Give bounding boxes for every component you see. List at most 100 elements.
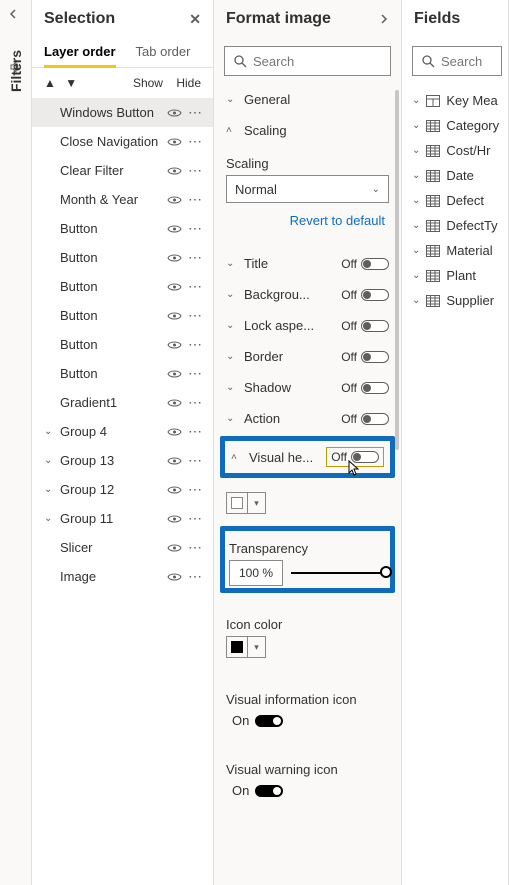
- filters-tab[interactable]: Filters: [8, 50, 24, 92]
- section-general[interactable]: ⌄General: [224, 84, 391, 115]
- expand-format-icon[interactable]: [379, 13, 389, 25]
- field-item[interactable]: ⌄DefectTy: [402, 213, 508, 238]
- fields-search-input[interactable]: [441, 54, 509, 69]
- selection-item[interactable]: ⌄Group 4⋯: [32, 417, 213, 446]
- format-toggle[interactable]: Off: [341, 350, 389, 364]
- tab-layer-order[interactable]: Layer order: [44, 38, 116, 67]
- selection-item[interactable]: Windows Button⋯: [32, 98, 213, 127]
- visibility-icon[interactable]: [167, 340, 182, 350]
- scrollbar[interactable]: [395, 90, 399, 450]
- format-search[interactable]: [224, 46, 391, 76]
- more-options-icon[interactable]: ⋯: [188, 307, 201, 324]
- move-up-icon[interactable]: ▲: [44, 76, 56, 90]
- transparency-input[interactable]: 100 %: [229, 560, 283, 586]
- more-options-icon[interactable]: ⋯: [188, 249, 201, 266]
- visibility-icon[interactable]: [167, 195, 182, 205]
- more-options-icon[interactable]: ⋯: [188, 423, 201, 440]
- visibility-icon[interactable]: [167, 311, 182, 321]
- hide-all-button[interactable]: Hide: [176, 76, 201, 90]
- more-options-icon[interactable]: ⋯: [188, 162, 201, 179]
- selection-item[interactable]: ⌄Group 11⋯: [32, 504, 213, 533]
- selection-item[interactable]: Button⋯: [32, 272, 213, 301]
- show-all-button[interactable]: Show: [133, 76, 163, 90]
- visibility-icon[interactable]: [167, 572, 182, 582]
- more-options-icon[interactable]: ⋯: [188, 133, 201, 150]
- more-options-icon[interactable]: ⋯: [188, 452, 201, 469]
- format-search-input[interactable]: [253, 54, 429, 69]
- highlight-transparency: Transparency 100 %: [220, 526, 395, 593]
- icon-color-picker[interactable]: ▾: [226, 636, 389, 658]
- selection-item[interactable]: Button⋯: [32, 214, 213, 243]
- visibility-icon[interactable]: [167, 398, 182, 408]
- chevron-down-icon: ⌄: [412, 270, 420, 281]
- visibility-icon[interactable]: [167, 427, 182, 437]
- field-item[interactable]: ⌄Material: [402, 238, 508, 263]
- more-options-icon[interactable]: ⋯: [188, 481, 201, 498]
- field-item[interactable]: ⌄Plant: [402, 263, 508, 288]
- tab-tab-order[interactable]: Tab order: [136, 38, 191, 67]
- close-selection-icon[interactable]: ✕: [189, 11, 201, 28]
- field-item[interactable]: ⌄Date: [402, 163, 508, 188]
- visibility-icon[interactable]: [167, 514, 182, 524]
- more-options-icon[interactable]: ⋯: [188, 568, 201, 585]
- format-section[interactable]: ⌄ShadowOff: [224, 372, 391, 403]
- field-item[interactable]: ⌄Category: [402, 113, 508, 138]
- visibility-icon[interactable]: [167, 253, 182, 263]
- format-toggle[interactable]: Off: [341, 381, 389, 395]
- section-scaling[interactable]: ˄Scaling: [224, 115, 391, 146]
- selection-item[interactable]: Image⋯: [32, 562, 213, 591]
- visibility-icon[interactable]: [167, 108, 182, 118]
- format-toggle[interactable]: Off: [341, 412, 389, 426]
- selection-item[interactable]: Button⋯: [32, 359, 213, 388]
- more-options-icon[interactable]: ⋯: [188, 336, 201, 353]
- revert-to-default[interactable]: Revert to default: [226, 203, 389, 238]
- format-toggle[interactable]: Off: [341, 319, 389, 333]
- format-toggle[interactable]: Off: [341, 257, 389, 271]
- visual-header-label[interactable]: Visual he...: [249, 450, 313, 465]
- format-section[interactable]: ⌄ActionOff: [224, 403, 391, 434]
- selection-item[interactable]: Button⋯: [32, 330, 213, 359]
- format-section[interactable]: ⌄Lock aspe...Off: [224, 310, 391, 341]
- more-options-icon[interactable]: ⋯: [188, 104, 201, 121]
- visual-info-toggle[interactable]: On: [232, 713, 389, 728]
- selection-item[interactable]: Button⋯: [32, 243, 213, 272]
- field-item[interactable]: ⌄Key Mea: [402, 88, 508, 113]
- more-options-icon[interactable]: ⋯: [188, 191, 201, 208]
- collapse-rail-icon[interactable]: [8, 8, 20, 20]
- background-color-picker[interactable]: ▾: [226, 492, 389, 514]
- selection-item[interactable]: ⌄Group 12⋯: [32, 475, 213, 504]
- format-toggle[interactable]: Off: [341, 288, 389, 302]
- format-section[interactable]: ⌄Backgrou...Off: [224, 279, 391, 310]
- visibility-icon[interactable]: [167, 137, 182, 147]
- selection-item[interactable]: ⌄Group 13⋯: [32, 446, 213, 475]
- visibility-icon[interactable]: [167, 369, 182, 379]
- selection-item[interactable]: Month & Year⋯: [32, 185, 213, 214]
- selection-item[interactable]: Slicer⋯: [32, 533, 213, 562]
- transparency-label: Transparency: [229, 541, 386, 556]
- field-item[interactable]: ⌄Cost/Hr: [402, 138, 508, 163]
- format-section[interactable]: ⌄TitleOff: [224, 248, 391, 279]
- more-options-icon[interactable]: ⋯: [188, 278, 201, 295]
- selection-item[interactable]: Button⋯: [32, 301, 213, 330]
- more-options-icon[interactable]: ⋯: [188, 394, 201, 411]
- more-options-icon[interactable]: ⋯: [188, 220, 201, 237]
- transparency-slider[interactable]: [291, 572, 386, 574]
- more-options-icon[interactable]: ⋯: [188, 539, 201, 556]
- visibility-icon[interactable]: [167, 485, 182, 495]
- format-section[interactable]: ⌄BorderOff: [224, 341, 391, 372]
- more-options-icon[interactable]: ⋯: [188, 365, 201, 382]
- visibility-icon[interactable]: [167, 282, 182, 292]
- visibility-icon[interactable]: [167, 224, 182, 234]
- selection-item[interactable]: Gradient1⋯: [32, 388, 213, 417]
- scaling-select[interactable]: Normal ⌄: [226, 175, 389, 203]
- field-item[interactable]: ⌄Supplier: [402, 288, 508, 313]
- visibility-icon[interactable]: [167, 166, 182, 176]
- move-down-icon[interactable]: ▼: [65, 76, 77, 90]
- more-options-icon[interactable]: ⋯: [188, 510, 201, 527]
- selection-item[interactable]: Clear Filter⋯: [32, 156, 213, 185]
- field-item[interactable]: ⌄Defect: [402, 188, 508, 213]
- visual-warn-toggle[interactable]: On: [232, 783, 389, 798]
- visibility-icon[interactable]: [167, 456, 182, 466]
- visibility-icon[interactable]: [167, 543, 182, 553]
- selection-item[interactable]: Close Navigation⋯: [32, 127, 213, 156]
